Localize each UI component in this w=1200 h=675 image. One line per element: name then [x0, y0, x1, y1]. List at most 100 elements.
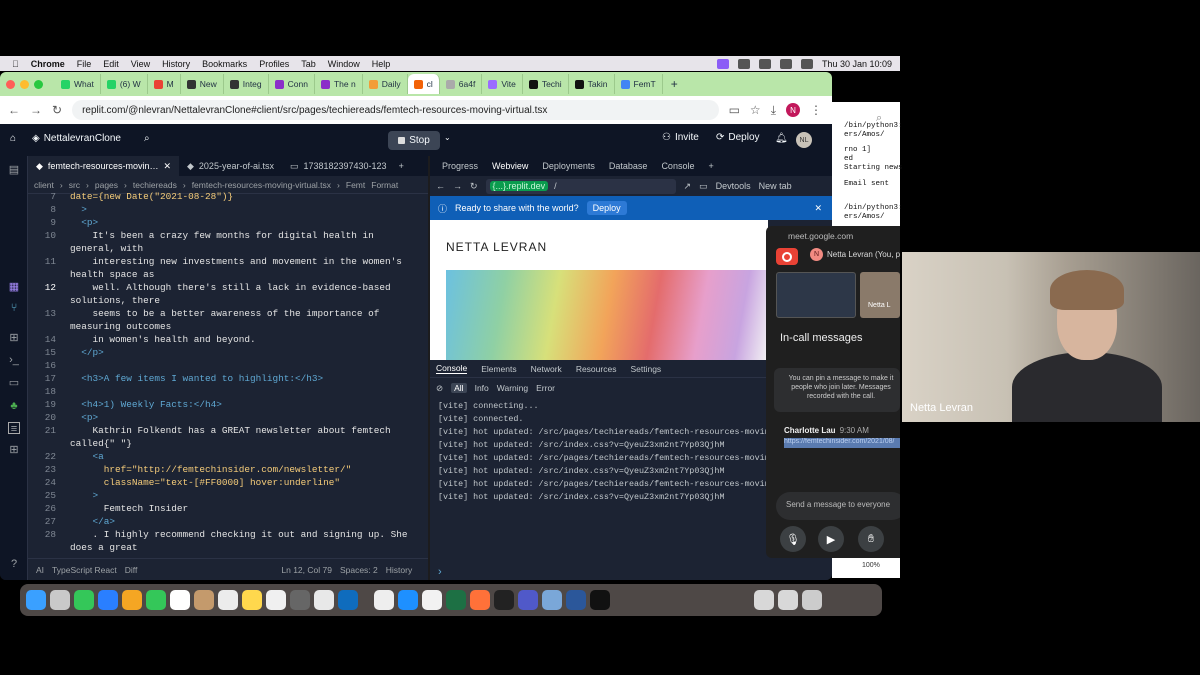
new-tab-button[interactable]: New tab [759, 181, 792, 191]
language-mode[interactable]: TypeScript React [52, 565, 117, 575]
back-icon[interactable]: ← [436, 181, 445, 191]
deploy-button[interactable]: ⟳ Deploy [716, 132, 760, 143]
close-window-icon[interactable] [6, 79, 15, 89]
menubar-clock[interactable]: Thu 30 Jan 10:09 [822, 59, 892, 69]
tab-webview[interactable]: Webview [492, 161, 528, 171]
browser-tab[interactable]: Takin [569, 74, 615, 94]
recording-icon[interactable] [776, 248, 798, 265]
editor-tab[interactable]: ◆ 2025-year-of-ai.tsx [179, 156, 282, 176]
download-icon[interactable]: ⤓ [771, 103, 776, 118]
finder-icon[interactable] [26, 590, 46, 610]
diff-button[interactable]: Diff [125, 565, 138, 575]
browser-tab-active[interactable]: cl [407, 74, 440, 94]
facetime-icon[interactable] [146, 590, 166, 610]
devtools-button[interactable]: Devtools [716, 181, 751, 191]
photos-icon[interactable] [122, 590, 142, 610]
url-field[interactable]: replit.com/@nlevran/NettalevranClone#cli… [72, 100, 719, 120]
freeform-icon[interactable] [266, 590, 286, 610]
camera-thumbnail[interactable]: Netta L [860, 272, 900, 318]
safari-icon[interactable] [398, 590, 418, 610]
microphone-icon[interactable]: 🎙︎ [780, 526, 806, 552]
level-info[interactable]: Info [475, 383, 489, 393]
chatgpt-icon[interactable] [374, 590, 394, 610]
run-options-chevron-icon[interactable]: ⌄ [444, 133, 451, 142]
notes-icon[interactable] [242, 590, 262, 610]
search-icon[interactable]: ⌕ [144, 133, 150, 144]
user-avatar[interactable]: NL [796, 132, 812, 148]
trash-icon[interactable] [802, 590, 822, 610]
raise-hand-icon[interactable]: ✋︎ [858, 526, 884, 552]
teams-icon[interactable] [518, 590, 538, 610]
chrome-menu-icon[interactable]: ⋮ [810, 103, 822, 117]
level-warning[interactable]: Warning [497, 383, 528, 393]
menu-edit[interactable]: Edit [103, 59, 119, 69]
reload-icon[interactable]: ↻ [470, 181, 478, 192]
outlook-icon[interactable] [338, 590, 358, 610]
tab-deployments[interactable]: Deployments [542, 161, 595, 171]
meet-status-icon[interactable] [716, 58, 729, 69]
launchpad-icon[interactable] [50, 590, 70, 610]
reload-icon[interactable]: ↻ [52, 103, 62, 117]
project-name[interactable]: ◈ NettalevranClone [32, 133, 121, 144]
battery-icon[interactable] [800, 58, 813, 69]
webview-icon[interactable]: ▭ [8, 377, 20, 389]
reminders-icon[interactable] [218, 590, 238, 610]
browser-tab[interactable]: Vite [482, 74, 523, 94]
close-banner-icon[interactable]: ✕ [814, 203, 822, 214]
menu-tab[interactable]: Tab [301, 59, 316, 69]
menu-file[interactable]: File [77, 59, 92, 69]
invite-button[interactable]: ⚇ Invite [662, 132, 699, 143]
browser-tab[interactable]: Techi [523, 74, 569, 94]
minimized-window-icon[interactable] [754, 590, 774, 610]
cast-icon[interactable]: ▭ [729, 103, 740, 117]
minimized-window-icon[interactable] [778, 590, 798, 610]
browser-tab[interactable]: 6a4f [440, 74, 483, 94]
webview-url-field[interactable]: {...}.replit.dev / [485, 178, 676, 194]
new-editor-tab-icon[interactable]: + [399, 161, 404, 171]
git-icon[interactable]: ⑂ [8, 302, 20, 314]
help-icon[interactable]: ? [8, 558, 20, 570]
history-button[interactable]: History [386, 565, 412, 575]
cursor-position[interactable]: Ln 12, Col 79 [281, 565, 332, 575]
all-tools-icon[interactable]: ⊞ [8, 444, 20, 456]
menu-bookmarks[interactable]: Bookmarks [202, 59, 247, 69]
app-icon[interactable] [590, 590, 610, 610]
menu-help[interactable]: Help [372, 59, 391, 69]
message-link[interactable]: https://femtechinsider.com/2021/08/ [784, 438, 900, 448]
clear-console-icon[interactable]: ⊘ [436, 383, 443, 394]
browser-tab[interactable]: (6) W [101, 74, 148, 94]
breadcrumb-item[interactable]: techiereads [133, 180, 177, 190]
tab-console[interactable]: Console [661, 161, 694, 171]
files-icon[interactable]: ▤ [8, 164, 20, 176]
minimize-window-icon[interactable] [20, 79, 29, 89]
console-prompt-icon[interactable]: › [438, 566, 442, 578]
browser-tab[interactable]: What [55, 74, 101, 94]
menubar-app-name[interactable]: Chrome [31, 59, 65, 69]
browser-tab[interactable]: Conn [269, 74, 315, 94]
device-icon[interactable]: ▭ [699, 181, 708, 192]
devtools-tab-resources[interactable]: Resources [576, 364, 617, 374]
notifications-icon[interactable]: 🔔︎ [775, 133, 788, 144]
stop-button[interactable]: Stop [388, 131, 440, 150]
status-icon[interactable] [737, 58, 750, 69]
tab-progress[interactable]: Progress [442, 161, 478, 171]
browser-tab[interactable]: M [148, 74, 181, 94]
new-pane-tab-icon[interactable]: + [708, 161, 713, 171]
home-icon[interactable]: ⌂ [10, 133, 16, 144]
forward-icon[interactable]: → [453, 181, 462, 191]
devtools-tab-elements[interactable]: Elements [481, 364, 516, 374]
open-external-icon[interactable]: ↗ [684, 181, 692, 192]
editor-tab-active[interactable]: ◆ femtech-resources-movin… ✕ [28, 156, 179, 176]
breadcrumb-item[interactable]: src [69, 180, 80, 190]
breadcrumb-item[interactable]: client [34, 180, 54, 190]
tab-database[interactable]: Database [609, 161, 648, 171]
browser-tab[interactable]: Daily [363, 74, 408, 94]
breadcrumb-item[interactable]: Femt [346, 180, 365, 190]
browser-tab[interactable]: The n [315, 74, 363, 94]
bookmark-star-icon[interactable]: ☆ [750, 103, 761, 117]
level-all[interactable]: All [451, 383, 467, 393]
menu-view[interactable]: View [131, 59, 150, 69]
forward-icon[interactable]: → [30, 103, 42, 117]
settings-icon[interactable] [290, 590, 310, 610]
banner-deploy-button[interactable]: Deploy [586, 201, 627, 215]
